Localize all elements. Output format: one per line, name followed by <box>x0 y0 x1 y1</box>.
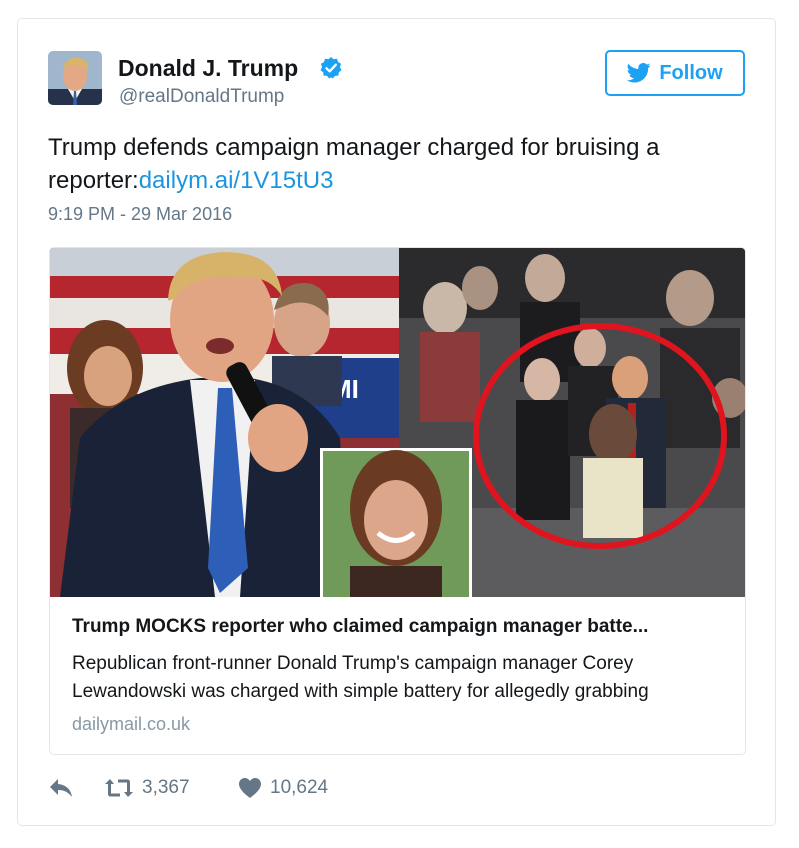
screen-name[interactable]: @realDonaldTrump <box>119 86 284 108</box>
card-description: Republican front-runner Donald Trump's c… <box>72 653 649 702</box>
heart-icon <box>239 778 261 798</box>
tweet-link[interactable]: dailym.ai/1V15tU3 <box>139 167 334 194</box>
like-button[interactable]: 10,624 <box>238 777 328 799</box>
like-count: 10,624 <box>270 777 329 798</box>
timestamp[interactable]: 9:19 PM - 29 Mar 2016 <box>48 204 232 225</box>
avatar[interactable] <box>48 51 102 105</box>
retweet-button[interactable]: 3,367 <box>104 777 190 799</box>
reply-button[interactable] <box>48 777 74 799</box>
verified-badge-icon <box>320 57 342 79</box>
card-domain: dailymail.co.uk <box>72 714 191 734</box>
link-card[interactable]: MI Trump MOCKS reporter who claimed camp… <box>49 247 746 755</box>
tweet-text: Trump defends campaign manager charged f… <box>48 131 738 197</box>
display-name[interactable]: Donald J. Trump <box>118 55 298 82</box>
card-title[interactable]: Trump MOCKS reporter who claimed campaig… <box>72 616 732 638</box>
follow-button[interactable]: Follow <box>605 50 745 96</box>
avatar-image <box>48 51 102 105</box>
reply-icon <box>50 779 72 797</box>
bird-icon <box>627 63 651 83</box>
follow-label: Follow <box>659 61 723 84</box>
tweet-card: Donald J. Trump @realDonaldTrump Follow … <box>17 18 776 826</box>
retweet-icon <box>105 779 133 797</box>
card-image: MI <box>50 248 745 597</box>
retweet-count: 3,367 <box>142 777 190 798</box>
